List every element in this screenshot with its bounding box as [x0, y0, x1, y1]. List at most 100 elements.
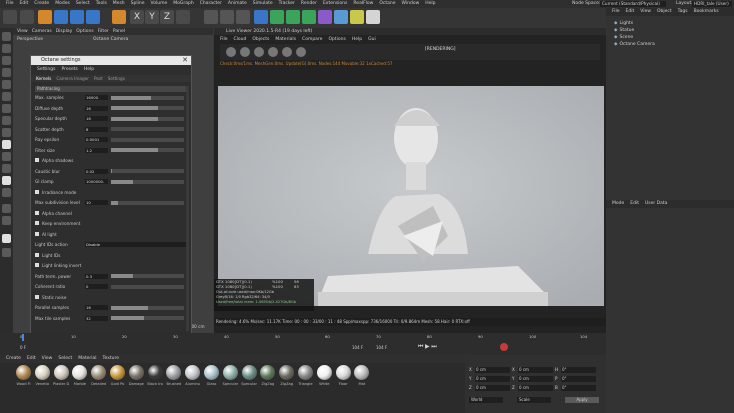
grid-icon[interactable] [2, 164, 11, 173]
setting-value-field[interactable]: 0 [85, 284, 108, 289]
dialog-menu-help[interactable]: Help [84, 66, 94, 73]
go-start-icon[interactable]: ⏮ [418, 343, 423, 350]
lock-icon[interactable] [2, 152, 11, 161]
light-icon[interactable] [366, 10, 380, 24]
menu-item-help[interactable]: Help [425, 0, 435, 8]
menu-item-modes[interactable]: Modes [55, 0, 70, 8]
render-view-icon[interactable] [204, 10, 218, 24]
camera-icon[interactable] [350, 10, 364, 24]
tweak-mode-icon[interactable] [2, 104, 11, 113]
live-viewer-menu-cloud[interactable]: Cloud [234, 36, 247, 43]
viewport-menu-display[interactable]: Display [56, 28, 73, 35]
live-viewer-menu-objects[interactable]: Objects [252, 36, 269, 43]
object-manager-menu-edit[interactable]: Edit [626, 8, 635, 16]
setting-value-field[interactable]: 16 [85, 305, 108, 310]
material-ball[interactable] [53, 365, 69, 380]
setting-value-field[interactable]: 0.3 [85, 273, 108, 279]
cube-icon[interactable] [254, 10, 268, 24]
object-item[interactable]: ◆ Octane Camera [610, 41, 730, 48]
scale-select[interactable]: Scale [517, 397, 551, 403]
texture-mode-icon[interactable] [2, 44, 11, 53]
setting-slider[interactable] [111, 274, 184, 278]
coord-value-field[interactable]: 0 cm [475, 367, 510, 373]
menu-item-volume[interactable]: Volume [151, 0, 168, 8]
scale-icon[interactable] [70, 10, 84, 24]
tab-post[interactable]: Post [94, 75, 103, 82]
make-editable-icon[interactable] [2, 32, 11, 41]
layout-select[interactable]: HDRI_tale (User) [692, 1, 732, 7]
subdivision-icon[interactable] [286, 10, 300, 24]
setting-value-field[interactable]: 16 [85, 116, 108, 121]
model-mode-icon[interactable] [112, 10, 126, 24]
timeline[interactable]: 0102030405060708090100104 0 F 104 F 104 … [0, 333, 606, 355]
object-item[interactable]: ◆ Scene [610, 34, 730, 41]
viewport-menu-panel[interactable]: Panel [113, 28, 125, 35]
menu-item-tracker[interactable]: Tracker [279, 0, 295, 8]
end-frame[interactable]: 104 F [352, 345, 363, 350]
dialog-menu-settings[interactable]: Settings [37, 66, 55, 73]
object-manager-menu-tags[interactable]: Tags [678, 8, 688, 16]
setting-slider[interactable] [111, 179, 184, 184]
tab-kernels[interactable]: Kernels [36, 75, 51, 82]
menu-item-file[interactable]: File [6, 0, 14, 8]
polygons-mode-icon[interactable] [2, 80, 11, 89]
node-space-select[interactable]: Current (Standard/Physical) [600, 1, 666, 7]
dialog-scrollbar[interactable] [186, 86, 189, 331]
attributes-menu-mode[interactable]: Mode [612, 200, 624, 208]
material-ball[interactable] [147, 365, 163, 380]
setting-checkbox[interactable] [35, 294, 39, 299]
pick-focus-icon[interactable] [296, 47, 306, 57]
coord-value-field[interactable]: 0° [561, 385, 596, 391]
setting-value-field[interactable]: 10 [85, 200, 108, 205]
material-ball[interactable] [298, 365, 313, 380]
menu-item-realflow[interactable]: RealFlow [353, 0, 373, 8]
workplane-icon[interactable] [2, 128, 11, 137]
menu-item-character[interactable]: Character [200, 0, 222, 8]
live-viewer-menu-materials[interactable]: Materials [275, 36, 296, 43]
close-icon[interactable]: ✕ [182, 56, 188, 65]
redo-icon[interactable] [20, 10, 34, 24]
setting-value-field[interactable]: 16 [85, 105, 108, 111]
live-viewer-menu-file[interactable]: File [220, 36, 228, 43]
y-axis-icon[interactable]: Y [145, 10, 159, 24]
object-item[interactable]: ◆ Lights [610, 20, 730, 27]
material-ball[interactable] [260, 365, 276, 380]
setting-slider[interactable] [111, 127, 184, 131]
end-frame-2[interactable]: 104 F [376, 345, 387, 350]
render-settings-icon[interactable] [236, 10, 250, 24]
world-select[interactable]: World [469, 397, 503, 403]
snap-icon[interactable] [2, 116, 11, 125]
points-mode-icon[interactable] [2, 56, 11, 65]
dialog-menu-presets[interactable]: Presets [61, 66, 77, 73]
stop-render-icon[interactable] [268, 47, 278, 57]
setting-slider[interactable] [111, 305, 184, 310]
undo-icon[interactable] [3, 10, 17, 24]
coord-value-field[interactable]: 0 cm [518, 385, 553, 391]
setting-value-field[interactable]: 1.2 [85, 147, 108, 153]
material-ball[interactable] [91, 365, 107, 380]
material-ball[interactable] [279, 365, 295, 380]
setting-value-field[interactable]: Disable [85, 242, 186, 247]
menu-item-mesh[interactable]: Mesh [113, 0, 125, 8]
material-ball[interactable] [110, 365, 125, 380]
material-ball[interactable] [166, 365, 182, 380]
sculpt-icon[interactable] [2, 216, 11, 225]
paint-icon[interactable] [2, 204, 11, 213]
menu-item-extensions[interactable]: Extensions [323, 0, 347, 8]
setting-value-field[interactable]: 8 [85, 126, 108, 132]
pen-icon[interactable] [270, 10, 284, 24]
edges-mode-icon[interactable] [2, 68, 11, 77]
edit-tools-icon[interactable] [2, 248, 11, 257]
setting-slider[interactable] [111, 284, 184, 289]
viewport-settings-icon[interactable] [2, 188, 11, 197]
setting-slider[interactable] [111, 106, 184, 110]
deformer-icon[interactable] [318, 10, 332, 24]
render-picture-viewer-icon[interactable] [220, 10, 234, 24]
display-icon[interactable] [2, 176, 11, 185]
live-viewer-menu-compare[interactable]: Compare [302, 36, 322, 43]
attributes-menu-user-data[interactable]: User Data [645, 200, 667, 208]
live-viewer-menu-help[interactable]: Help [352, 36, 362, 43]
move-icon[interactable] [54, 10, 68, 24]
setting-value-field[interactable]: 0.02 [85, 168, 108, 174]
render-image[interactable] [218, 86, 604, 306]
